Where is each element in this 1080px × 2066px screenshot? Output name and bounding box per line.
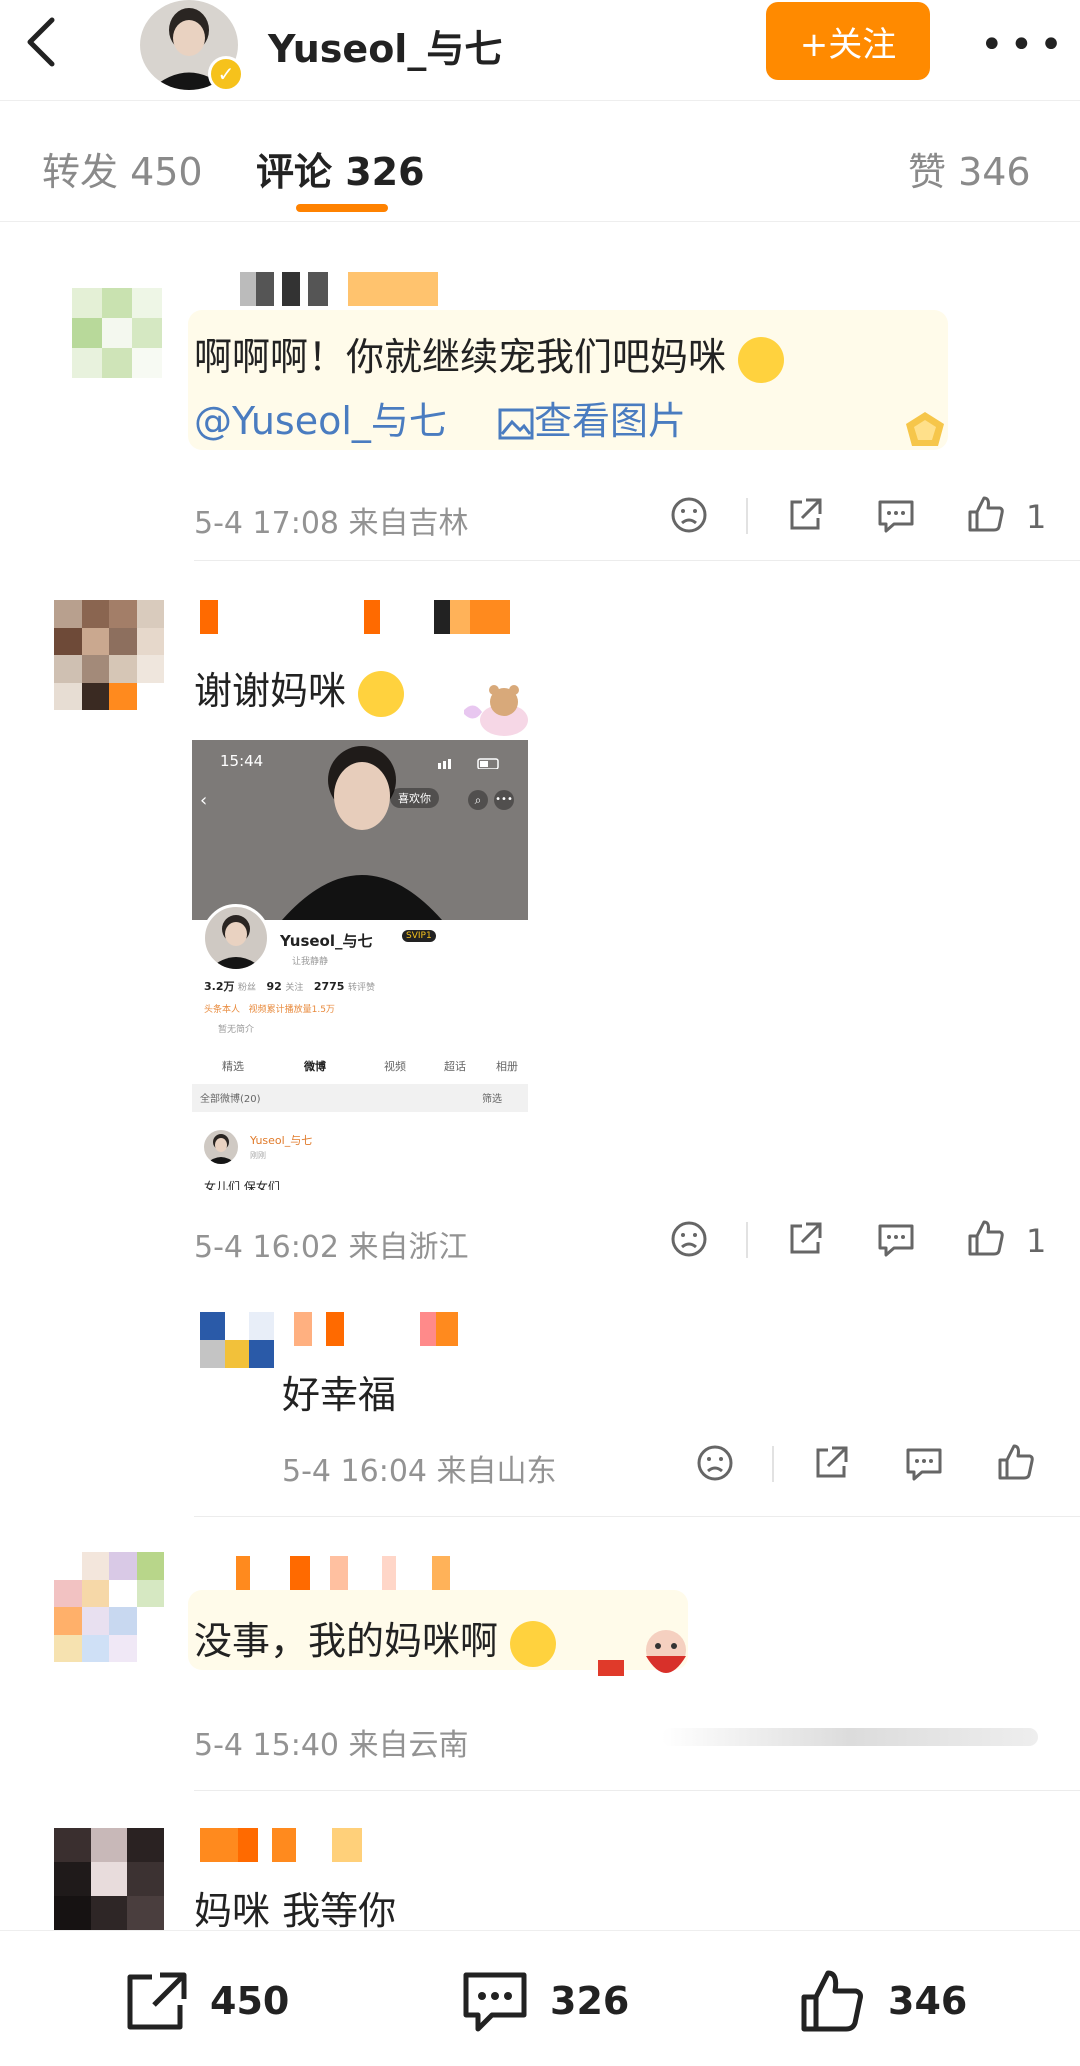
separator	[746, 498, 748, 534]
comment-text: 没事，我的妈咪啊	[194, 1610, 557, 1667]
follow-button[interactable]: +关注	[766, 2, 930, 80]
all-posts-label: 全部微博(20)	[200, 1094, 261, 1105]
username-pixelated[interactable]	[240, 272, 438, 306]
like-icon[interactable]	[966, 1218, 1006, 1258]
tab-comments[interactable]: 评论 326	[256, 141, 425, 196]
dislike-face-icon[interactable]	[696, 1444, 734, 1482]
username-pixelated[interactable]	[200, 1828, 362, 1862]
mention-link[interactable]: @Yuseol_与七	[194, 390, 447, 445]
avatar[interactable]	[54, 600, 164, 710]
share-icon[interactable]	[786, 496, 824, 534]
status-time: 15:44	[220, 752, 264, 770]
like-icon[interactable]	[996, 1442, 1036, 1482]
repost-count: 450	[210, 1979, 290, 2023]
emoji-laugh-cry-icon	[510, 1620, 557, 1667]
comment-meta: 5-4 15:40 来自云南	[194, 1728, 469, 1763]
author-username[interactable]: Yuseol_与七	[268, 18, 502, 73]
comment-meta: 5-4 17:08 来自吉林	[194, 506, 469, 541]
avatar[interactable]	[72, 288, 162, 378]
comment-text-content: 谢谢妈咪	[194, 669, 347, 713]
back-icon[interactable]	[22, 16, 62, 68]
view-image-label: 查看图片	[534, 399, 687, 443]
profile-subtitle: 让我静静	[292, 957, 329, 967]
attached-image[interactable]: 15:44 ‹ 喜欢你 ⌕ ••• Yuseol_与七 SVIP1 让我静静 3…	[192, 740, 528, 1190]
post-time: 刚刚	[250, 1151, 266, 1160]
dislike-face-icon[interactable]	[670, 496, 708, 534]
search-icon[interactable]: ⌕	[468, 790, 488, 810]
bottom-action-bar: 450 326 346	[0, 1930, 1080, 2066]
hero-portrait	[282, 746, 442, 920]
separator	[772, 1446, 774, 1482]
comment-text: 啊啊啊！你就继续宠我们吧妈咪	[194, 326, 785, 383]
repost-icon[interactable]	[124, 1971, 188, 2031]
like-icon[interactable]	[798, 1967, 868, 2035]
back-icon[interactable]: ‹	[200, 790, 207, 811]
reply-icon[interactable]	[904, 1444, 944, 1482]
top-header: ✓ Yuseol_与七 +关注 •••	[0, 0, 1080, 100]
bear-sticker-icon	[454, 680, 538, 738]
like-count: 1	[1026, 498, 1047, 536]
like-count: 346	[888, 1979, 968, 2023]
vip-badge: SVIP1	[402, 930, 436, 942]
more-icon[interactable]: •••	[494, 790, 514, 810]
comment-meta: 5-4 16:02 来自浙江	[194, 1230, 469, 1265]
profile-stats: 3.2万 粉丝 92 关注 2775 转评赞	[204, 980, 375, 993]
view-image-link[interactable]: 查看图片	[498, 390, 686, 445]
profile-name: Yuseol_与七	[280, 932, 373, 950]
username-pixelated[interactable]	[200, 600, 510, 634]
more-icon[interactable]: •••	[980, 22, 1069, 68]
profile-intro: 暂无简介	[218, 1025, 255, 1035]
active-tab-indicator	[296, 204, 388, 212]
avatar[interactable]	[54, 1552, 164, 1662]
avatar[interactable]	[54, 1828, 164, 1930]
post-text: 女儿们 保女们	[204, 1180, 280, 1190]
reply-icon[interactable]	[876, 1220, 916, 1258]
comment-text-content: 没事，我的妈咪啊	[194, 1619, 499, 1663]
tab-likes[interactable]: 赞 346	[908, 141, 1031, 196]
post-avatar	[204, 1130, 238, 1164]
verified-badge-icon: ✓	[208, 56, 244, 92]
filter-label: 筛选	[482, 1094, 502, 1105]
comment-text-content: 啊啊啊！你就继续宠我们吧妈咪	[194, 335, 727, 379]
emoji-crying-icon	[358, 670, 405, 717]
reply-text: 好幸福	[282, 1373, 397, 1417]
profile-tags: 头条本人 视频累计播放量1.5万	[204, 1005, 335, 1015]
comment-divider	[194, 560, 1080, 561]
comment-divider	[194, 1790, 1080, 1791]
comment-divider	[194, 1516, 1080, 1517]
like-count: 1	[1026, 1222, 1047, 1260]
comment-text: 谢谢妈咪	[194, 660, 405, 717]
emoji-crying-icon	[738, 336, 785, 383]
username-pixelated[interactable]	[294, 1312, 458, 1346]
profile-avatar	[202, 904, 270, 972]
reply-meta: 5-4 16:04 来自山东	[282, 1454, 557, 1489]
reply-icon[interactable]	[876, 496, 916, 534]
dislike-face-icon[interactable]	[670, 1220, 708, 1258]
post-author: Yuseol_与七	[250, 1134, 313, 1147]
sticker-icon	[580, 1620, 700, 1690]
share-icon[interactable]	[812, 1444, 850, 1482]
comment-count: 326	[550, 1979, 630, 2023]
avatar[interactable]	[200, 1312, 274, 1368]
tab-repost[interactable]: 转发 450	[42, 141, 203, 196]
username-pixelated[interactable]	[236, 1556, 450, 1590]
separator	[746, 1222, 748, 1258]
fan-badge-icon	[902, 410, 948, 450]
like-icon[interactable]	[966, 494, 1006, 534]
follow-button-label: +关注	[799, 24, 897, 65]
comment-text: 妈咪 我等你	[194, 1889, 397, 1933]
image-icon	[498, 408, 534, 439]
tab-bar: 转发 450 评论 326 赞 346	[0, 100, 1080, 222]
blurred-action-bar	[662, 1728, 1038, 1746]
comment-icon[interactable]	[460, 1969, 530, 2035]
status-icons	[438, 754, 508, 770]
share-icon[interactable]	[786, 1220, 824, 1258]
like-chip[interactable]: 喜欢你	[390, 788, 439, 808]
